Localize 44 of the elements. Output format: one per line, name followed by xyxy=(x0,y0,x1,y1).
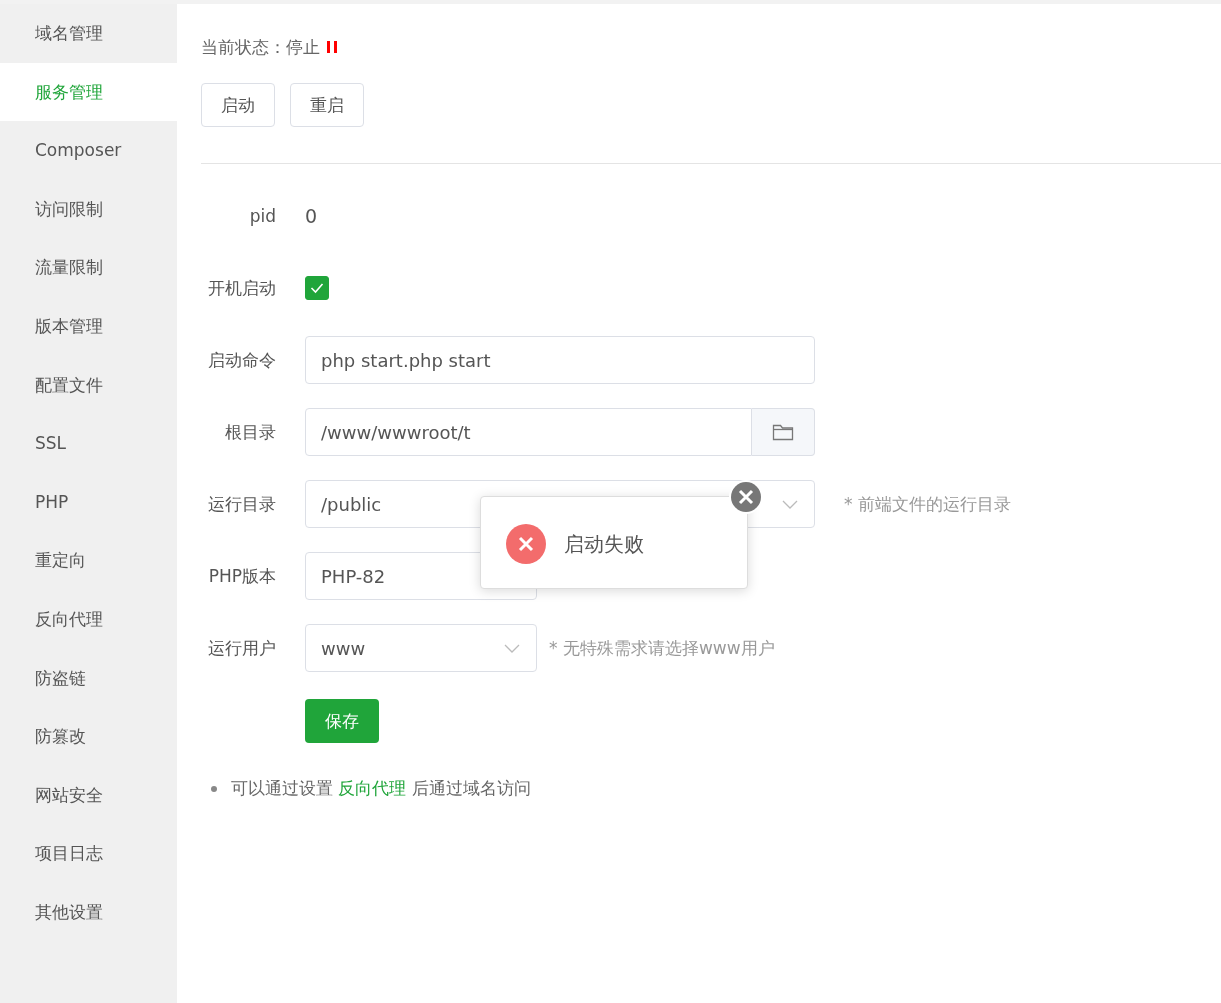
sidebar-item[interactable]: 项目日志 xyxy=(0,824,177,883)
pid-value: 0 xyxy=(305,205,318,227)
check-icon xyxy=(310,282,324,294)
sidebar-item[interactable]: 网站安全 xyxy=(0,765,177,825)
action-button[interactable]: 启动 xyxy=(201,83,275,127)
status-value: 停止 xyxy=(286,35,320,59)
bullet-icon xyxy=(211,785,217,792)
field-label: 启动命令 xyxy=(207,348,276,372)
sidebar-item[interactable]: 重定向 xyxy=(0,531,177,590)
field-label: 开机启动 xyxy=(207,276,276,300)
sidebar-item[interactable]: 防盗链 xyxy=(0,648,177,708)
sidebar-item[interactable]: Composer xyxy=(0,121,177,180)
sidebar-item[interactable]: 版本管理 xyxy=(0,296,177,356)
field-label: pid xyxy=(248,206,276,226)
field-label: 运行用户 xyxy=(207,636,276,660)
field-label: PHP版本 xyxy=(207,564,276,588)
close-icon[interactable] xyxy=(729,480,763,514)
folder-button[interactable] xyxy=(752,408,815,456)
sidebar-item[interactable]: 域名管理 xyxy=(0,4,177,63)
select-field[interactable]: www xyxy=(305,624,537,672)
checkbox[interactable] xyxy=(305,276,329,300)
folder-icon xyxy=(772,423,794,441)
sidebar-item[interactable]: 配置文件 xyxy=(0,355,177,415)
sidebar-item[interactable]: SSL xyxy=(0,414,177,473)
action-button[interactable]: 重启 xyxy=(290,83,364,127)
sidebar-item[interactable]: 流量限制 xyxy=(0,238,177,297)
sidebar-item[interactable]: PHP xyxy=(0,472,177,532)
field-label: 根目录 xyxy=(224,420,276,444)
input-field[interactable]: php start.php start xyxy=(305,336,815,384)
sidebar-item[interactable]: 访问限制 xyxy=(0,179,177,239)
select-value: PHP-82 xyxy=(321,565,386,587)
select-value: www xyxy=(321,637,366,659)
status-label: 当前状态： xyxy=(201,35,286,59)
input-field[interactable]: /www/wwwroot/t xyxy=(305,408,752,456)
sidebar-item[interactable]: 防篡改 xyxy=(0,707,177,766)
field-label: 运行目录 xyxy=(207,492,276,516)
sidebar-item[interactable]: 反向代理 xyxy=(0,589,177,649)
hint-text: * 前端文件的运行目录 xyxy=(844,492,1011,516)
error-icon xyxy=(506,524,546,564)
hint-text: * 无特殊需求请选择www用户 xyxy=(549,636,775,660)
toast-message: 启动失败 xyxy=(564,530,644,558)
sidebar-item[interactable]: 其他设置 xyxy=(0,882,177,942)
select-value: /public xyxy=(321,493,382,515)
note-text: 可以通过设置 反向代理 后通过域名访问 xyxy=(231,777,531,800)
